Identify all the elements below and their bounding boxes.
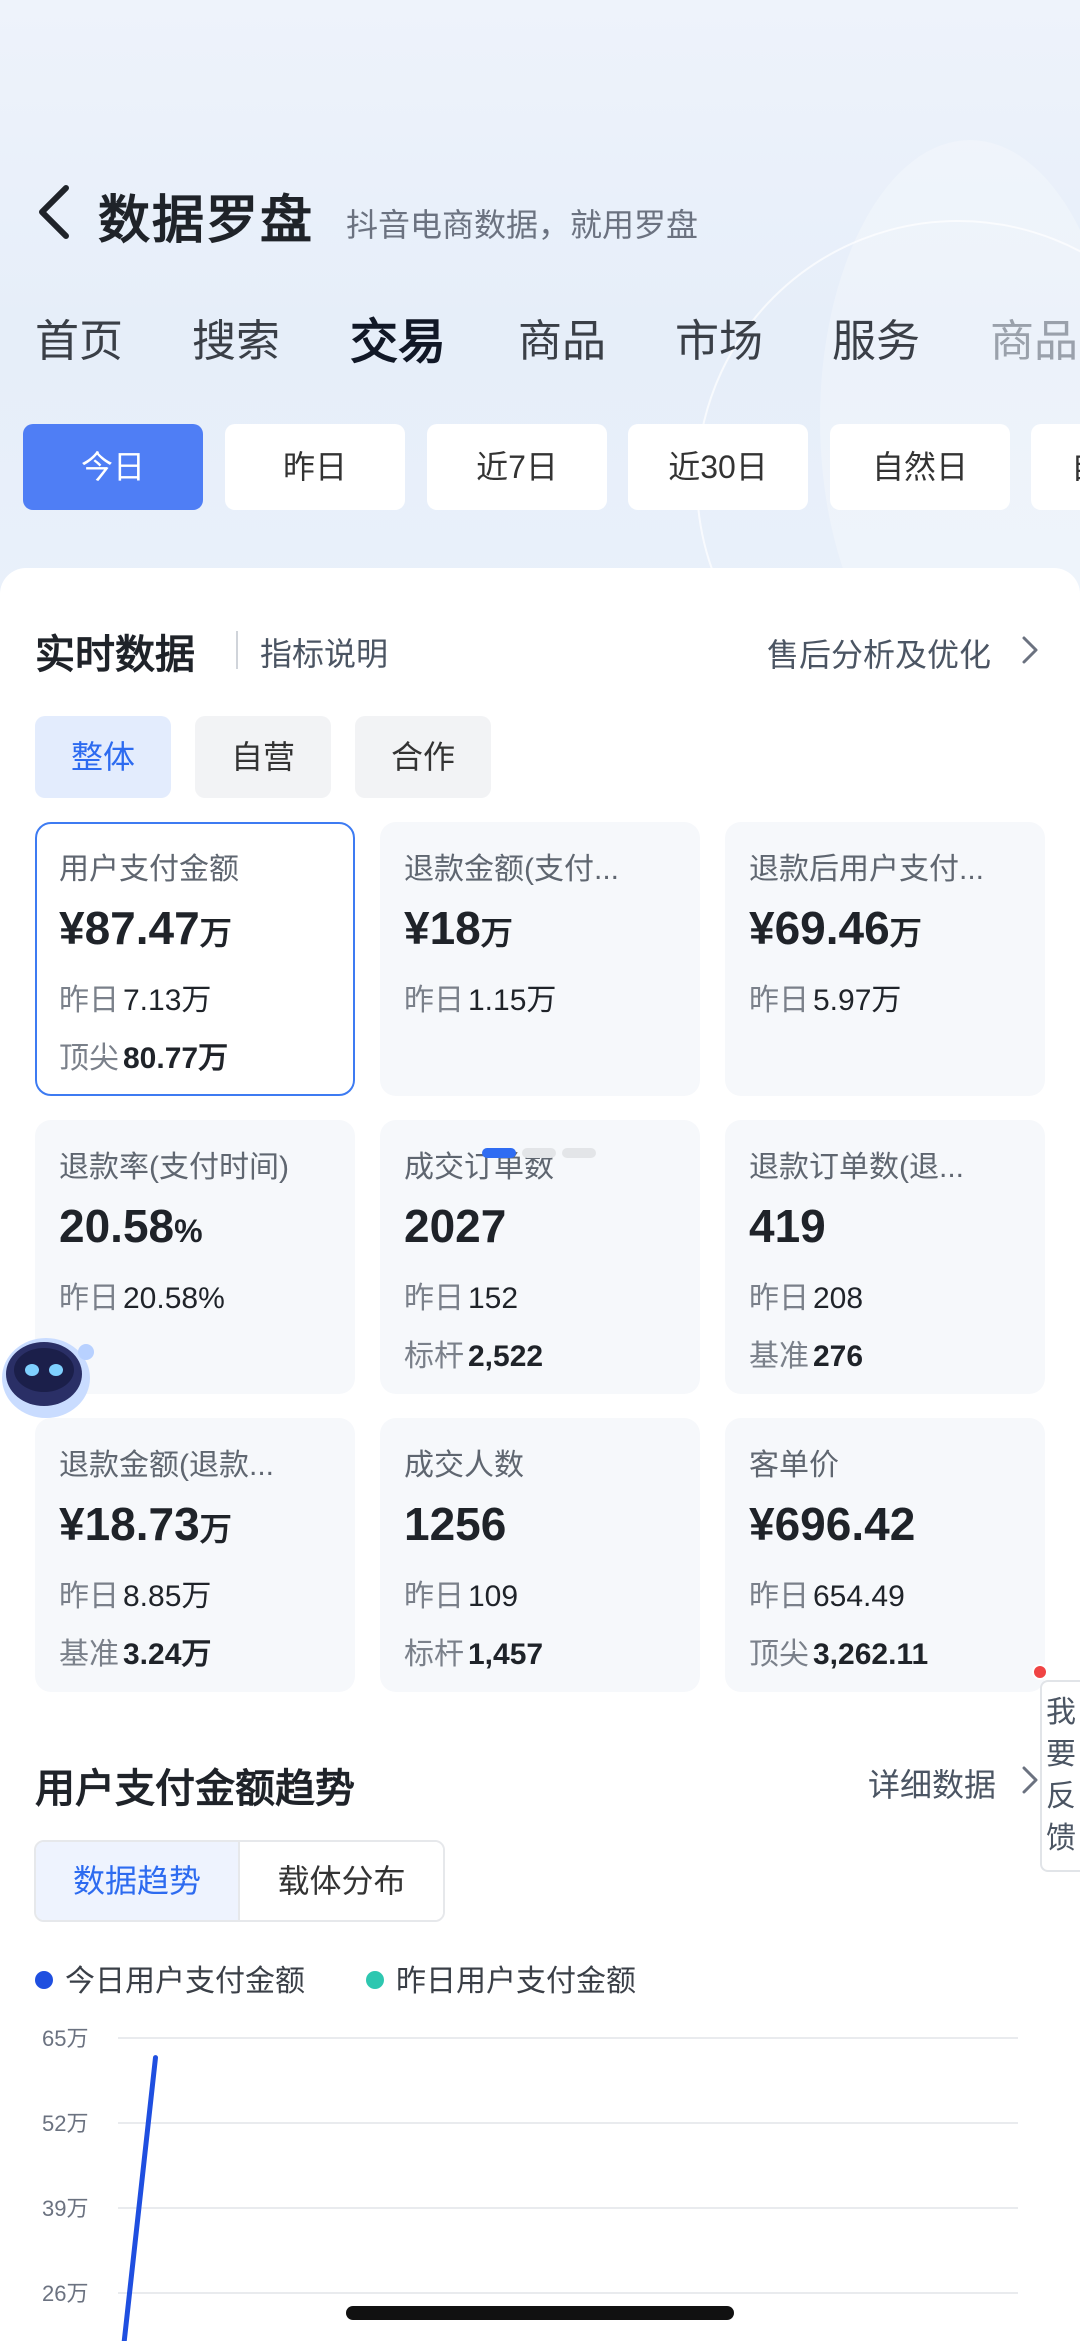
feedback-label: 我要反馈 [1042,1692,1080,1860]
metric-label: 退款金额(退款... [59,1449,274,1482]
date-today-button[interactable]: 今日 [23,424,203,510]
metric-value: ¥696.42 [749,1498,916,1550]
date-7days-button[interactable]: 近7日 [427,424,607,510]
metric-yesterday: 昨日 7.13万 [59,984,212,1017]
tab-product[interactable]: 商品 [518,305,606,369]
metric-benchmark: 标杆 2,522 [404,1340,544,1373]
legend-yesterday-swatch [366,1971,384,1990]
segment-overall[interactable]: 整体 [35,716,171,798]
y-tick-label: 39万 [42,2196,88,2221]
main-tab-bar: 首页 搜索 交易 商品 市场 服务 商品 [0,305,1080,375]
date-yesterday-button[interactable]: 昨日 [225,424,405,510]
page-subtitle: 抖音电商数据，就用罗盘 [346,207,699,243]
assistant-robot-icon[interactable] [0,1322,96,1426]
legend-today: 今日用户支付金额 [35,1956,305,2000]
metric-yesterday: 昨日 654.49 [749,1580,905,1613]
chevron-right-icon[interactable] [1018,630,1042,670]
trend-title: 用户支付金额趋势 [35,1767,355,1811]
metric-benchmark: 基准 3.24万 [59,1638,212,1671]
metric-yesterday: 昨日 5.97万 [749,984,902,1017]
pager-dot[interactable] [562,1148,596,1158]
legend-today-swatch [35,1971,53,1990]
tab-carrier-distribution[interactable]: 载体分布 [240,1842,443,1920]
pager-dot[interactable] [482,1148,516,1158]
y-tick-label: 52万 [42,2111,88,2136]
metric-card-refund-amount-by-refund-time[interactable]: 退款金额(退款... ¥18.73万 昨日 8.85万 基准 3.24万 [35,1418,355,1692]
segment-cooperation[interactable]: 合作 [355,716,491,798]
tab-search[interactable]: 搜索 [192,305,280,369]
metric-yesterday: 昨日 208 [749,1282,864,1315]
metric-yesterday: 昨日 8.85万 [59,1580,212,1613]
metric-yesterday: 昨日 1.15万 [404,984,557,1017]
tab-service[interactable]: 服务 [832,305,920,369]
pager-dot[interactable] [522,1148,556,1158]
metric-value: ¥87.47万 [59,902,232,954]
feedback-button[interactable]: 我要反馈 [1040,1680,1080,1872]
header: 数据罗盘 抖音电商数据，就用罗盘 [0,170,1080,250]
back-arrow-icon[interactable] [30,182,80,242]
y-tick-label: 26万 [42,2281,88,2306]
metric-card-refund-orders[interactable]: 退款订单数(退... 419 昨日 208 基准 276 [725,1120,1045,1394]
date-natural-day-button[interactable]: 自然日 [830,424,1010,510]
metric-card-net-payment[interactable]: 退款后用户支付... ¥69.46万 昨日 5.97万 [725,822,1045,1096]
detail-data-link[interactable]: 详细数据 [868,1760,996,1806]
title-divider [236,631,238,669]
after-sales-link[interactable]: 售后分析及优化 [767,630,991,676]
metric-card-avg-order-value[interactable]: 客单价 ¥696.42 昨日 654.49 顶尖 3,262.11 [725,1418,1045,1692]
feedback-char: 我 [1046,1696,1076,1729]
metric-label: 成交人数 [404,1449,524,1482]
home-indicator [346,2306,734,2320]
feedback-char: 馈 [1046,1822,1076,1855]
date-custom-button[interactable]: 自 [1031,424,1080,510]
feedback-char: 反 [1046,1780,1076,1813]
metric-yesterday: 昨日 20.58% [59,1282,225,1315]
metric-value: ¥69.46万 [749,902,922,954]
metric-benchmark: 标杆 1,457 [404,1638,544,1671]
chevron-right-icon[interactable] [1018,1760,1042,1800]
metric-label: 退款金额(支付... [404,853,619,886]
legend-yesterday: 昨日用户支付金额 [366,1956,636,2000]
metric-benchmark: 顶尖 3,262.11 [749,1638,929,1671]
metric-card-refund-amount[interactable]: 退款金额(支付... ¥18万 昨日 1.15万 [380,822,700,1096]
series-line [121,2055,158,2341]
metric-value: 2027 [404,1200,507,1252]
metric-label: 用户支付金额 [59,853,239,886]
metric-value: ¥18万 [404,902,513,954]
metric-card-buyer-count[interactable]: 成交人数 1256 昨日 109 标杆 1,457 [380,1418,700,1692]
metric-benchmark: 顶尖 80.77万 [59,1042,229,1075]
metric-card-order-count[interactable]: 成交订单数 2027 昨日 152 标杆 2,522 [380,1120,700,1394]
tab-trade[interactable]: 交易 [350,305,446,372]
metric-value: 419 [749,1200,826,1252]
payment-trend-chart: 65万 52万 39万 26万 [42,2026,1018,2341]
metric-label: 退款率(支付时间) [59,1151,289,1184]
feedback-char: 要 [1046,1738,1076,1771]
y-tick-label: 65万 [42,2026,88,2051]
metric-yesterday: 昨日 109 [404,1580,519,1613]
page-title: 数据罗盘 [98,192,315,250]
metric-label: 客单价 [749,1449,839,1482]
metric-card-user-payment[interactable]: 用户支付金额 ¥87.47万 昨日 7.13万 顶尖 80.77万 [35,822,355,1096]
date-filter-bar: 今日 昨日 近7日 近30日 自然日 自 [0,424,1080,512]
metric-help-link[interactable]: 指标说明 [260,629,388,675]
tab-product-2[interactable]: 商品 [990,305,1078,369]
tab-data-trend[interactable]: 数据趋势 [36,1842,240,1920]
date-30days-button[interactable]: 近30日 [628,424,808,510]
trend-tab-group: 数据趋势 载体分布 [34,1840,445,1922]
notification-dot [1032,1664,1048,1680]
metric-label: 退款订单数(退... [749,1151,964,1184]
metric-label: 退款后用户支付... [749,853,985,886]
metric-value: ¥18.73万 [59,1498,232,1550]
metric-value: 1256 [404,1498,507,1550]
metric-value: 20.58% [59,1200,203,1252]
tab-market[interactable]: 市场 [675,305,763,369]
segment-self-operated[interactable]: 自营 [195,716,331,798]
tab-home[interactable]: 首页 [35,305,123,369]
realtime-title: 实时数据 [35,633,195,677]
metric-yesterday: 昨日 152 [404,1282,519,1315]
metric-benchmark: 基准 276 [749,1340,864,1373]
